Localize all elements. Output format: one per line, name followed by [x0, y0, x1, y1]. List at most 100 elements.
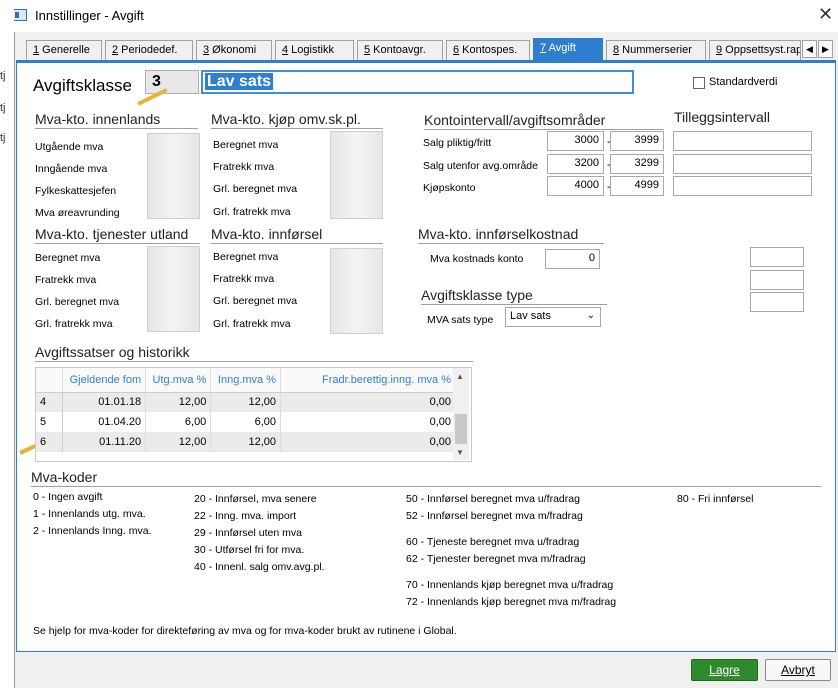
field-label: Grl. beregnet mva	[213, 295, 298, 307]
cell-inng[interactable]: 6,00	[210, 412, 281, 432]
tab-avgift[interactable]: 7 Avgift	[533, 38, 603, 61]
field-label: MVA sats type	[427, 314, 494, 326]
scroll-down-icon[interactable]: ▼	[456, 448, 464, 457]
salg-utenfor-from-input[interactable]: 3200	[547, 154, 604, 174]
table-row[interactable]: 5 01.04.20 6,00 6,00 0,00	[36, 412, 456, 432]
edge-text: tj	[0, 102, 6, 114]
column-header[interactable]: Inng.mva %	[210, 368, 281, 393]
grid-scrollbar[interactable]: ▲ ▼	[453, 368, 469, 460]
mva-code: 20 - Innførsel, mva senere	[194, 493, 317, 505]
mva-code: 22 - Inng. mva. import	[194, 510, 297, 522]
field-label: Grl. fratrekk mva	[35, 318, 113, 330]
kjopskonto-to-input[interactable]: 4999	[610, 176, 664, 196]
select-value: Lav sats	[510, 310, 551, 322]
field-label: Kjøpskonto	[423, 182, 476, 194]
tillegg-input-3[interactable]	[673, 176, 812, 196]
extra-input-1[interactable]	[750, 247, 804, 267]
cell-fom[interactable]: 01.11.20	[62, 432, 147, 452]
tab-oppsettsyst[interactable]: 9 Oppsettsyst.rap	[709, 40, 801, 60]
cell-fradr[interactable]: 0,00	[280, 412, 456, 432]
cancel-button[interactable]: Avbryt	[765, 659, 831, 681]
satser-title: Avgiftssatser og historikk	[35, 344, 473, 362]
mva-code: 60 - Tjeneste beregnet mva u/fradrag	[406, 536, 580, 548]
kjopskonto-from-input[interactable]: 4000	[547, 176, 604, 196]
row-number: 5	[36, 412, 63, 432]
extra-input-3[interactable]	[750, 292, 804, 312]
save-button[interactable]: Lagre	[691, 659, 758, 681]
field-label: Beregnet mva	[35, 252, 101, 264]
table-row[interactable]: 4 01.01.18 12,00 12,00 0,00	[36, 392, 456, 412]
salg-pliktig-to-input[interactable]: 3999	[610, 131, 664, 151]
standardverdi-checkbox[interactable]	[693, 77, 705, 89]
salg-pliktig-from-input[interactable]: 3000	[547, 131, 604, 151]
tab-generelle[interactable]: 1 Generelle	[26, 40, 102, 60]
app-icon	[12, 9, 27, 21]
mva-code: 2 - Innenlands Inng. mva.	[33, 525, 152, 537]
mva-code: 62 - Tjenester beregnet mva m/fradrag	[406, 553, 586, 565]
field-label: Grl. beregnet mva	[35, 296, 120, 308]
edge-text: tj	[0, 70, 6, 82]
column-header[interactable]: Utg.mva %	[145, 368, 212, 393]
cell-inng[interactable]: 12,00	[210, 392, 281, 412]
tab-okonomi[interactable]: 3 Økonomi	[196, 40, 272, 60]
column-header[interactable]: Fradr.berettig.inng. mva %	[280, 368, 456, 393]
avgiftsklasse-name-input[interactable]: Lav sats	[201, 70, 634, 94]
extra-input-2[interactable]	[750, 270, 804, 290]
innenlands-title: Mva-kto. innenlands	[35, 111, 198, 129]
innforsel-account-fields[interactable]	[330, 248, 383, 334]
field-label: Grl. fratrekk mva	[213, 206, 291, 218]
scroll-thumb[interactable]	[455, 414, 467, 444]
mva-koder-title: Mva-koder	[31, 469, 821, 487]
row-number: 6	[36, 432, 63, 452]
field-label: Utgående mva	[35, 141, 104, 153]
tab-kontospes[interactable]: 6 Kontospes.	[446, 40, 530, 60]
standardverdi-label: Standardverdi	[709, 76, 778, 88]
mva-code: 72 - Innenlands kjøp beregnet mva m/frad…	[406, 596, 617, 608]
cell-utg[interactable]: 6,00	[145, 412, 212, 432]
edge-text: tj	[0, 132, 6, 144]
tab-kontoavgr[interactable]: 5 Kontoavgr.	[357, 40, 443, 60]
tillegg-input-1[interactable]	[673, 131, 812, 151]
cell-fom[interactable]: 01.01.18	[62, 392, 147, 412]
row-number: 4	[36, 392, 63, 412]
field-label: Grl. fratrekk mva	[213, 318, 291, 330]
kjop-omv-account-fields[interactable]	[330, 131, 383, 219]
field-label: Fylkeskattesjefen	[35, 185, 117, 197]
field-label: Mva kostnads konto	[430, 253, 524, 265]
tab-scroll-right-icon[interactable]: ▶	[818, 40, 833, 58]
close-icon[interactable]: ✕	[818, 4, 833, 25]
field-label: Inngående mva	[35, 163, 108, 175]
tab-nummerserier[interactable]: 8 Nummerserier	[606, 40, 706, 60]
tab-strip: 1 Generelle 2 Periodedef. 3 Økonomi 4 Lo…	[16, 38, 836, 61]
tab-periodedef[interactable]: 2 Periodedef.	[105, 40, 193, 60]
row-header	[36, 368, 63, 393]
satser-grid[interactable]: Gjeldende fom Utg.mva % Inng.mva % Fradr…	[35, 367, 472, 462]
mva-kostnads-konto-input[interactable]: 0	[545, 249, 600, 269]
table-row[interactable]: 6 01.11.20 12,00 12,00 0,00	[36, 432, 456, 452]
cell-utg[interactable]: 12,00	[145, 392, 212, 412]
mva-code: 40 - Innenl. salg omv.avg.pl.	[194, 561, 325, 573]
tab-logistikk[interactable]: 4 Logistikk	[275, 40, 354, 60]
cell-inng[interactable]: 12,00	[210, 432, 281, 452]
background-window-edge: tj tj tj	[0, 0, 14, 688]
avgiftsklasse-id-field[interactable]: 3	[145, 70, 199, 94]
mva-sats-type-select[interactable]: Lav sats ⌄	[505, 307, 601, 327]
cell-fom[interactable]: 01.04.20	[62, 412, 147, 432]
cell-fradr[interactable]: 0,00	[280, 392, 456, 412]
mva-code: 30 - Utførsel fri for mva.	[194, 544, 305, 556]
cell-utg[interactable]: 12,00	[145, 432, 212, 452]
scroll-up-icon[interactable]: ▲	[456, 372, 464, 381]
cell-fradr[interactable]: 0,00	[280, 432, 456, 452]
tjenester-account-fields[interactable]	[147, 246, 200, 332]
chevron-down-icon: ⌄	[586, 310, 595, 321]
tillegg-input-2[interactable]	[673, 154, 812, 174]
field-label: Beregnet mva	[213, 139, 279, 151]
tab-scroll-left-icon[interactable]: ◀	[802, 40, 817, 58]
avgiftsklasse-label: Avgiftsklasse	[33, 76, 132, 95]
salg-utenfor-to-input[interactable]: 3299	[610, 154, 664, 174]
column-header[interactable]: Gjeldende fom	[62, 368, 147, 393]
kjop-omv-title: Mva-kto. kjøp omv.sk.pl.	[211, 111, 383, 129]
field-label: Salg utenfor avg.område	[423, 160, 538, 172]
innenlands-account-fields[interactable]	[147, 133, 200, 219]
tjenester-title: Mva-kto. tjenester utland	[35, 226, 200, 244]
